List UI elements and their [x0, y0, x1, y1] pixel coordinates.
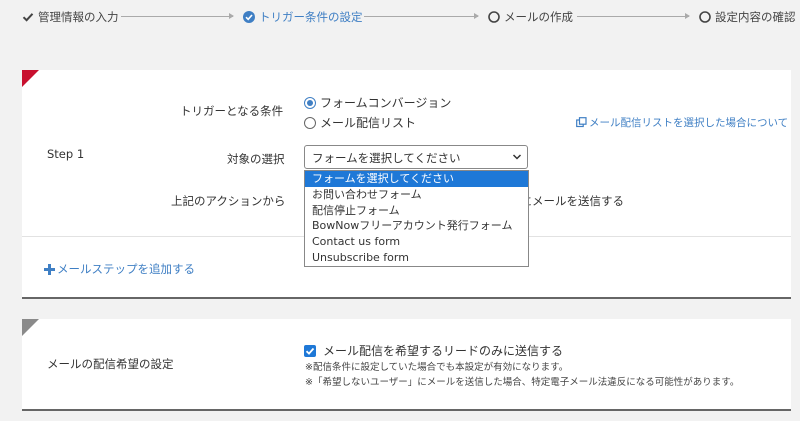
- step-label: メールの作成: [504, 10, 573, 24]
- dropdown-option[interactable]: 配信停止フォーム: [305, 203, 528, 219]
- step-label: 設定内容の確認: [715, 10, 796, 24]
- step-connector: [364, 13, 479, 19]
- opt-in-only-checkbox[interactable]: メール配信を希望するリードのみに送信する: [304, 342, 563, 359]
- radio-form-conversion[interactable]: フォームコンバージョン: [304, 94, 451, 111]
- form-select-dropdown[interactable]: フォームを選択してください お問い合わせフォーム 配信停止フォーム BowNow…: [304, 170, 529, 267]
- step-confirmation[interactable]: 設定内容の確認: [699, 9, 796, 25]
- target-select-label: 対象の選択: [227, 152, 285, 166]
- step-label: トリガー条件の設定: [259, 10, 363, 24]
- dropdown-option[interactable]: お問い合わせフォーム: [305, 187, 528, 203]
- chevron-down-icon: [512, 154, 522, 160]
- radio-label: フォームコンバージョン: [320, 96, 452, 110]
- step1-card: Step 1 トリガーとなる条件 フォームコンバージョン メール配信リスト メー…: [22, 70, 791, 299]
- step-label: Step 1: [47, 147, 85, 161]
- step-connector: [577, 13, 690, 19]
- radio-label: メール配信リスト: [320, 116, 417, 130]
- dropdown-option[interactable]: BowNowフリーアカウント発行フォーム: [305, 218, 528, 234]
- delivery-preference-label: メールの配信希望の設定: [47, 357, 174, 371]
- mail-list-help-link[interactable]: メール配信リストを選択した場合について: [576, 115, 788, 130]
- trigger-condition-label: トリガーとなる条件: [180, 104, 284, 118]
- warning-text: ※「希望しないユーザー」にメールを送信した場合、特定電子メール法違反になる可能性…: [305, 377, 740, 388]
- action-label: 上記のアクションから: [171, 194, 286, 208]
- dropdown-option[interactable]: フォームを選択してください: [305, 171, 528, 187]
- corner-marker: [22, 319, 39, 336]
- step-trigger-settings[interactable]: トリガー条件の設定: [243, 9, 363, 25]
- checkbox-box[interactable]: [304, 344, 316, 357]
- external-link-icon: [576, 117, 587, 128]
- check-icon: [305, 347, 315, 355]
- step-mail-creation[interactable]: メールの作成: [488, 9, 573, 25]
- radio-mail-list[interactable]: メール配信リスト: [304, 114, 416, 131]
- add-mail-step-button[interactable]: メールステップを追加する: [44, 261, 195, 277]
- circle-icon: [488, 11, 500, 23]
- select-value: フォームを選択してください: [312, 151, 461, 165]
- note-text: ※配信条件に設定していた場合でも本設定が有効になります。: [305, 362, 569, 373]
- step-management-info[interactable]: 管理情報の入力: [22, 9, 119, 25]
- radio-dot[interactable]: [304, 116, 316, 129]
- dropdown-option[interactable]: Contact us form: [305, 234, 528, 250]
- dropdown-option[interactable]: Unsubscribe form: [305, 250, 528, 266]
- check-circle-icon: [243, 11, 255, 23]
- checkbox-label: メール配信を希望するリードのみに送信する: [323, 344, 564, 358]
- plus-icon: [44, 263, 55, 275]
- delivery-preference-card: メールの配信希望の設定 メール配信を希望するリードのみに送信する ※配信条件に設…: [22, 319, 791, 411]
- radio-dot[interactable]: [304, 96, 316, 109]
- step-connector: [121, 13, 234, 19]
- progress-steps: 管理情報の入力 トリガー条件の設定 メールの作成 設定内容の確認: [0, 0, 800, 34]
- step-label: 管理情報の入力: [38, 10, 119, 24]
- circle-icon: [699, 11, 711, 23]
- corner-marker: [22, 70, 39, 87]
- check-icon: [22, 13, 34, 22]
- form-select[interactable]: フォームを選択してください: [304, 145, 528, 169]
